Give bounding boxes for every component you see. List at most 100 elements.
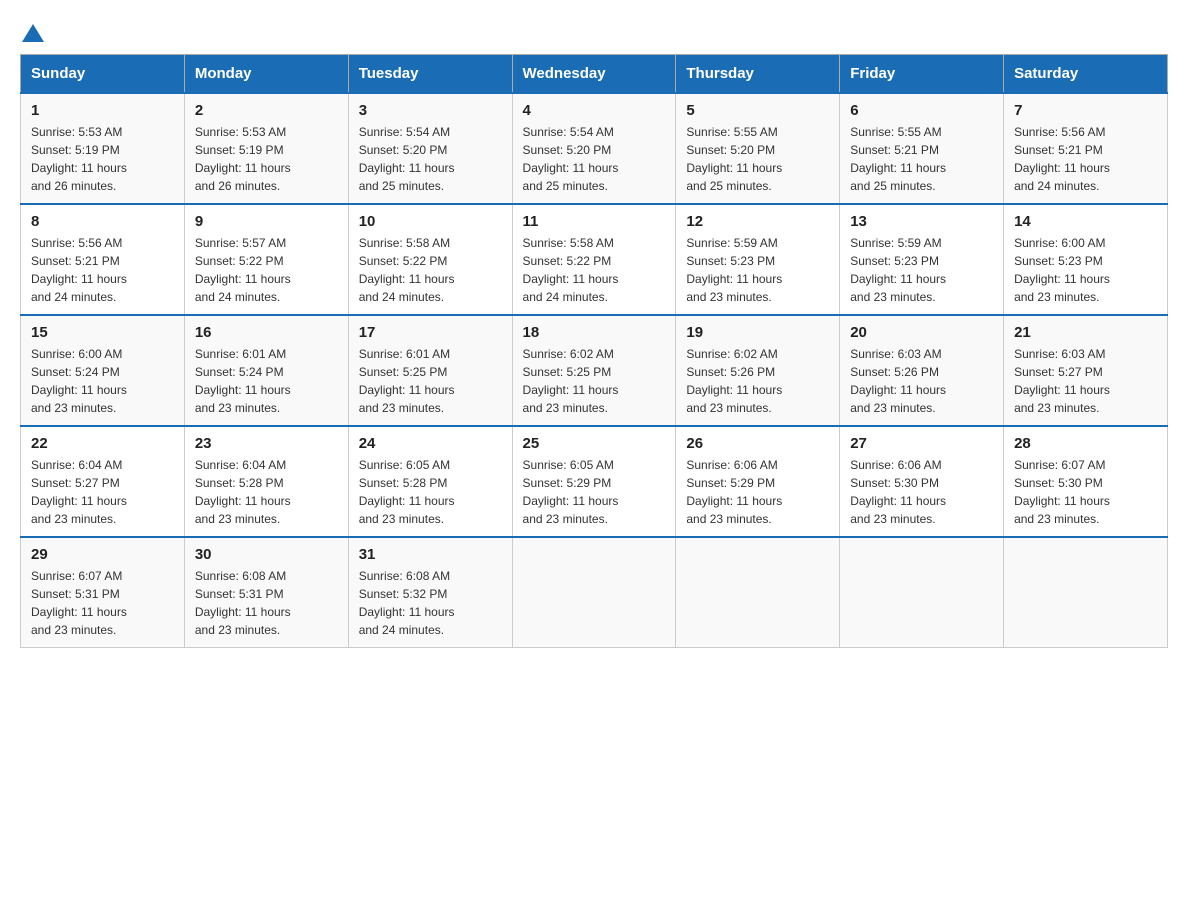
calendar-week-row: 15 Sunrise: 6:00 AMSunset: 5:24 PMDayligh… [21,315,1168,426]
day-number: 27 [850,435,993,452]
calendar-week-row: 29 Sunrise: 6:07 AMSunset: 5:31 PMDayligh… [21,537,1168,648]
calendar-table: SundayMondayTuesdayWednesdayThursdayFrid… [20,54,1168,648]
calendar-cell [676,537,840,648]
day-info: Sunrise: 6:00 AMSunset: 5:24 PMDaylight:… [31,345,174,417]
calendar-cell: 3Sunrise: 5:54 AMSunset: 5:20 PMDaylight… [348,93,512,204]
day-info: Sunrise: 6:05 AMSunset: 5:29 PMDaylight:… [523,456,666,528]
day-info: Sunrise: 6:06 AMSunset: 5:29 PMDaylight:… [686,456,829,528]
day-number: 9 [195,213,338,230]
day-number: 13 [850,213,993,230]
calendar-cell [512,537,676,648]
calendar-cell [840,537,1004,648]
calendar-cell: 30 Sunrise: 6:08 AMSunset: 5:31 PMDayligh… [184,537,348,648]
day-number: 11 [523,213,666,230]
calendar-cell: 27Sunrise: 6:06 AMSunset: 5:30 PMDayligh… [840,426,1004,537]
calendar-cell [1004,537,1168,648]
day-number: 18 [523,324,666,341]
day-number: 15 [31,324,174,341]
day-number: 28 [1014,435,1157,452]
calendar-cell: 7Sunrise: 5:56 AMSunset: 5:21 PMDaylight… [1004,93,1168,204]
logo-triangle-icon [22,22,44,44]
calendar-cell: 31 Sunrise: 6:08 AMSunset: 5:32 PMDayligh… [348,537,512,648]
day-number: 8 [31,213,174,230]
logo [20,20,44,44]
day-number: 22 [31,435,174,452]
calendar-cell: 5Sunrise: 5:55 AMSunset: 5:20 PMDaylight… [676,93,840,204]
calendar-week-row: 22 Sunrise: 6:04 AMSunset: 5:27 PMDayligh… [21,426,1168,537]
day-number: 30 [195,546,338,563]
calendar-cell: 28 Sunrise: 6:07 AMSunset: 5:30 PMDayligh… [1004,426,1168,537]
page-header [20,20,1168,44]
day-info: Sunrise: 6:03 AMSunset: 5:26 PMDaylight:… [850,345,993,417]
header-friday: Friday [840,55,1004,94]
header-saturday: Saturday [1004,55,1168,94]
calendar-cell: 8 Sunrise: 5:56 AMSunset: 5:21 PMDaylight… [21,204,185,315]
calendar-cell: 11Sunrise: 5:58 AMSunset: 5:22 PMDayligh… [512,204,676,315]
day-info: Sunrise: 6:05 AMSunset: 5:28 PMDaylight:… [359,456,502,528]
day-info: Sunrise: 5:56 AMSunset: 5:21 PMDaylight:… [31,234,174,306]
calendar-cell: 17 Sunrise: 6:01 AMSunset: 5:25 PMDayligh… [348,315,512,426]
day-number: 10 [359,213,502,230]
day-info: Sunrise: 6:08 AMSunset: 5:31 PMDaylight:… [195,567,338,639]
calendar-header-row: SundayMondayTuesdayWednesdayThursdayFrid… [21,55,1168,94]
calendar-cell: 21 Sunrise: 6:03 AMSunset: 5:27 PMDayligh… [1004,315,1168,426]
calendar-cell: 14 Sunrise: 6:00 AMSunset: 5:23 PMDayligh… [1004,204,1168,315]
day-number: 16 [195,324,338,341]
calendar-cell: 25 Sunrise: 6:05 AMSunset: 5:29 PMDayligh… [512,426,676,537]
calendar-cell: 19 Sunrise: 6:02 AMSunset: 5:26 PMDayligh… [676,315,840,426]
header-thursday: Thursday [676,55,840,94]
calendar-cell: 26 Sunrise: 6:06 AMSunset: 5:29 PMDayligh… [676,426,840,537]
day-info: Sunrise: 5:56 AMSunset: 5:21 PMDaylight:… [1014,123,1157,195]
day-info: Sunrise: 5:59 AMSunset: 5:23 PMDaylight:… [686,234,829,306]
calendar-cell: 23Sunrise: 6:04 AMSunset: 5:28 PMDayligh… [184,426,348,537]
calendar-cell: 4 Sunrise: 5:54 AMSunset: 5:20 PMDaylight… [512,93,676,204]
calendar-cell: 29 Sunrise: 6:07 AMSunset: 5:31 PMDayligh… [21,537,185,648]
day-info: Sunrise: 5:53 AMSunset: 5:19 PMDaylight:… [31,123,174,195]
header-wednesday: Wednesday [512,55,676,94]
calendar-cell: 24 Sunrise: 6:05 AMSunset: 5:28 PMDayligh… [348,426,512,537]
day-number: 17 [359,324,502,341]
calendar-cell: 1 Sunrise: 5:53 AMSunset: 5:19 PMDaylight… [21,93,185,204]
day-info: Sunrise: 6:07 AMSunset: 5:31 PMDaylight:… [31,567,174,639]
day-info: Sunrise: 5:57 AMSunset: 5:22 PMDaylight:… [195,234,338,306]
calendar-cell: 2Sunrise: 5:53 AMSunset: 5:19 PMDaylight… [184,93,348,204]
day-number: 20 [850,324,993,341]
day-info: Sunrise: 6:04 AMSunset: 5:28 PMDaylight:… [195,456,338,528]
day-info: Sunrise: 5:55 AMSunset: 5:21 PMDaylight:… [850,123,993,195]
calendar-cell: 22 Sunrise: 6:04 AMSunset: 5:27 PMDayligh… [21,426,185,537]
day-info: Sunrise: 6:02 AMSunset: 5:26 PMDaylight:… [686,345,829,417]
day-info: Sunrise: 6:08 AMSunset: 5:32 PMDaylight:… [359,567,502,639]
day-number: 26 [686,435,829,452]
day-number: 21 [1014,324,1157,341]
day-info: Sunrise: 6:04 AMSunset: 5:27 PMDaylight:… [31,456,174,528]
day-number: 12 [686,213,829,230]
day-info: Sunrise: 5:53 AMSunset: 5:19 PMDaylight:… [195,123,338,195]
day-info: Sunrise: 6:03 AMSunset: 5:27 PMDaylight:… [1014,345,1157,417]
calendar-cell: 15 Sunrise: 6:00 AMSunset: 5:24 PMDayligh… [21,315,185,426]
calendar-week-row: 1 Sunrise: 5:53 AMSunset: 5:19 PMDaylight… [21,93,1168,204]
calendar-cell: 16 Sunrise: 6:01 AMSunset: 5:24 PMDayligh… [184,315,348,426]
day-info: Sunrise: 6:00 AMSunset: 5:23 PMDaylight:… [1014,234,1157,306]
calendar-cell: 10 Sunrise: 5:58 AMSunset: 5:22 PMDayligh… [348,204,512,315]
calendar-cell: 13Sunrise: 5:59 AMSunset: 5:23 PMDayligh… [840,204,1004,315]
calendar-cell: 6 Sunrise: 5:55 AMSunset: 5:21 PMDaylight… [840,93,1004,204]
day-number: 19 [686,324,829,341]
day-info: Sunrise: 5:54 AMSunset: 5:20 PMDaylight:… [523,123,666,195]
day-number: 6 [850,102,993,119]
day-number: 31 [359,546,502,563]
day-info: Sunrise: 6:07 AMSunset: 5:30 PMDaylight:… [1014,456,1157,528]
day-number: 14 [1014,213,1157,230]
day-info: Sunrise: 6:02 AMSunset: 5:25 PMDaylight:… [523,345,666,417]
header-sunday: Sunday [21,55,185,94]
calendar-cell: 9 Sunrise: 5:57 AMSunset: 5:22 PMDaylight… [184,204,348,315]
day-number: 1 [31,102,174,119]
day-info: Sunrise: 5:58 AMSunset: 5:22 PMDaylight:… [359,234,502,306]
day-number: 29 [31,546,174,563]
day-info: Sunrise: 6:01 AMSunset: 5:24 PMDaylight:… [195,345,338,417]
day-number: 24 [359,435,502,452]
day-number: 4 [523,102,666,119]
calendar-cell: 20 Sunrise: 6:03 AMSunset: 5:26 PMDayligh… [840,315,1004,426]
day-info: Sunrise: 6:01 AMSunset: 5:25 PMDaylight:… [359,345,502,417]
day-number: 25 [523,435,666,452]
calendar-cell: 12 Sunrise: 5:59 AMSunset: 5:23 PMDayligh… [676,204,840,315]
